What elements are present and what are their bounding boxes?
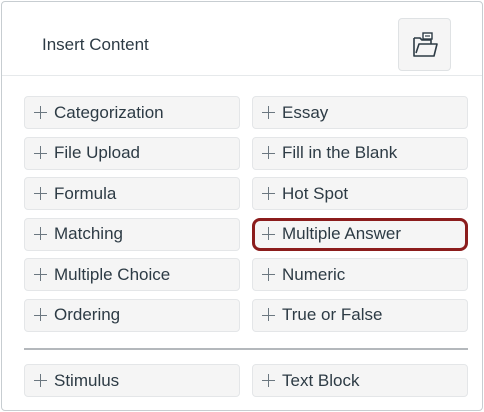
item-label: Stimulus — [54, 370, 120, 390]
plus-icon — [34, 308, 48, 322]
multiple-answer-button[interactable]: Multiple Answer — [252, 217, 468, 251]
plus-icon — [262, 267, 276, 282]
multiple-choice-button[interactable]: Multiple Choice — [24, 258, 240, 291]
plus-icon — [262, 308, 276, 322]
folder-button[interactable] — [398, 18, 451, 71]
stimulus-button[interactable]: Stimulus — [24, 364, 240, 397]
item-label: Essay — [282, 102, 329, 122]
item-label: Matching — [54, 224, 123, 243]
file-upload-button[interactable]: File Upload — [24, 136, 240, 170]
formula-button[interactable]: Formula — [24, 177, 240, 210]
plus-icon — [34, 267, 48, 282]
text-block-button[interactable]: Text Block — [252, 364, 468, 397]
item-label: Ordering — [54, 305, 121, 324]
item-label: File Upload — [54, 143, 140, 162]
panel-title: Insert Content — [42, 35, 149, 54]
item-label: True or False — [282, 305, 383, 324]
item-label: Multiple Answer — [282, 224, 402, 243]
true-or-false-button[interactable]: True or False — [252, 298, 468, 332]
numeric-button[interactable]: Numeric — [252, 258, 468, 291]
matching-button[interactable]: Matching — [24, 217, 240, 251]
plus-icon — [34, 105, 48, 120]
plus-icon — [262, 105, 276, 120]
fill-in-the-blank-button[interactable]: Fill in the Blank — [252, 136, 468, 170]
content-block-grid: Stimulus Text Block — [24, 364, 468, 405]
plus-icon — [34, 227, 48, 241]
ordering-button[interactable]: Ordering — [24, 298, 240, 332]
folder-open-icon — [412, 31, 438, 57]
item-label: Categorization — [54, 102, 164, 122]
plus-icon — [262, 186, 276, 201]
header-divider — [2, 75, 482, 76]
plus-icon — [34, 373, 48, 388]
plus-icon — [262, 227, 276, 241]
plus-icon — [34, 186, 48, 201]
item-label: Formula — [54, 183, 117, 203]
plus-icon — [34, 146, 48, 160]
question-type-grid: Categorization Essay File Upload Fill in… — [24, 96, 468, 339]
hot-spot-button[interactable]: Hot Spot — [252, 177, 468, 210]
item-label: Hot Spot — [282, 183, 349, 203]
section-divider — [24, 348, 468, 350]
item-label: Numeric — [282, 264, 346, 284]
plus-icon — [262, 373, 276, 388]
essay-button[interactable]: Essay — [252, 96, 468, 129]
plus-icon — [262, 146, 276, 160]
categorization-button[interactable]: Categorization — [24, 96, 240, 129]
item-label: Fill in the Blank — [282, 143, 398, 162]
item-label: Multiple Choice — [54, 264, 171, 284]
item-label: Text Block — [282, 370, 360, 390]
